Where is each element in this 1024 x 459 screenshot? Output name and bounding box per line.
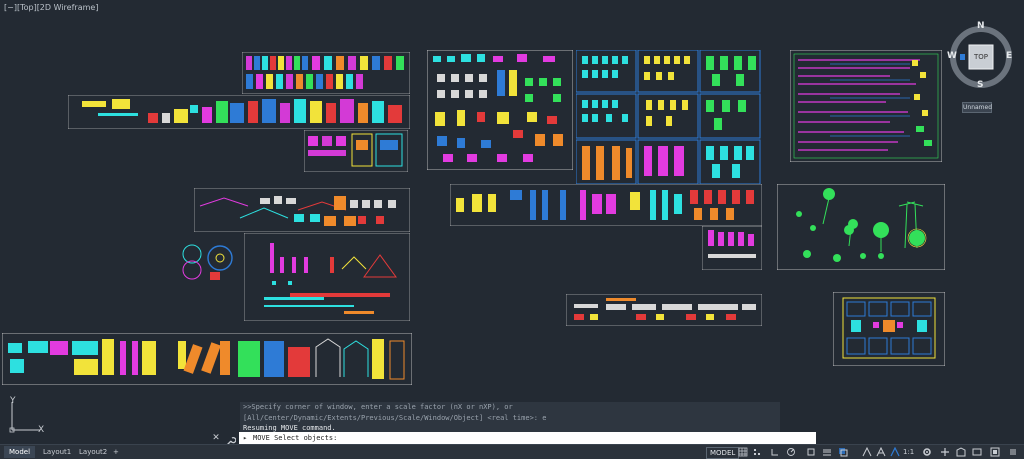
ucs-menu[interactable]: Unnamed — [962, 102, 992, 113]
block-magenta-columns[interactable] — [702, 226, 762, 270]
customize-icon[interactable] — [1008, 447, 1018, 457]
block-small-facades[interactable] — [304, 130, 408, 172]
annotation-scale-value[interactable]: 1:1 — [903, 447, 914, 457]
command-bar: ✕ ▸ MOVE Select objects: — [210, 432, 816, 446]
block-spec-sheet[interactable] — [790, 50, 942, 162]
lineweight-icon[interactable] — [822, 447, 832, 457]
ucs-y-label: Y — [10, 396, 16, 406]
tab-layout2[interactable]: Layout2 — [74, 446, 112, 458]
status-bar: Model Layout1 Layout2 + MODEL 1:1 — [0, 444, 1024, 459]
tab-layout1[interactable]: Layout1 — [38, 446, 76, 458]
block-furniture-panel[interactable] — [427, 50, 573, 170]
drawing-viewport[interactable]: [−][Top][2D Wireframe] TOP N S E W Unnam… — [0, 0, 1024, 444]
wrench-icon[interactable] — [224, 432, 237, 446]
tab-model[interactable]: Model — [4, 446, 36, 458]
viewcube-south[interactable]: S — [977, 80, 983, 90]
annotation-visibility-icon[interactable] — [862, 447, 872, 457]
viewcube-north[interactable]: N — [977, 21, 985, 31]
block-railing-strip[interactable] — [450, 184, 762, 226]
viewport-controls-label[interactable]: [−][Top][2D Wireframe] — [4, 3, 98, 12]
block-building-plan[interactable] — [833, 292, 945, 366]
osnap-icon[interactable] — [806, 447, 816, 457]
block-spiral-stairs[interactable] — [180, 240, 242, 282]
command-input-text[interactable]: MOVE Select objects: — [253, 432, 337, 444]
polar-icon[interactable] — [786, 447, 796, 457]
command-history: >>Specify corner of window, enter a scal… — [240, 402, 780, 434]
viewcube-east[interactable]: E — [1006, 51, 1012, 61]
block-roof-details[interactable] — [194, 188, 410, 232]
workspace-gear-icon[interactable] — [922, 447, 932, 457]
command-input[interactable]: ▸ MOVE Select objects: — [239, 432, 816, 444]
clean-screen-icon[interactable] — [990, 447, 1000, 457]
annotation-scale-icon[interactable] — [890, 447, 900, 457]
block-arches-bottom[interactable] — [2, 333, 412, 385]
grid-icon[interactable] — [738, 447, 748, 457]
hardware-acceleration-icon[interactable] — [972, 447, 982, 457]
model-space-button[interactable]: MODEL — [706, 447, 740, 459]
close-icon[interactable]: ✕ — [210, 432, 222, 444]
annotation-autoscale-icon[interactable] — [876, 447, 886, 457]
block-doors-top[interactable] — [242, 52, 410, 94]
plus-icon[interactable] — [940, 447, 950, 457]
block-window-catalog[interactable] — [576, 50, 762, 184]
block-trees[interactable] — [777, 184, 945, 270]
transparency-icon[interactable] — [838, 447, 848, 457]
command-prompt-arrow: ▸ — [243, 434, 248, 442]
add-layout-button[interactable]: + — [108, 446, 124, 458]
block-facade-strip[interactable] — [68, 95, 410, 129]
block-railing-details[interactable] — [244, 233, 410, 321]
snap-icon[interactable] — [752, 447, 762, 457]
command-history-line: >>Specify corner of window, enter a scal… — [240, 402, 780, 413]
ucs-x-label: X — [38, 425, 45, 435]
block-floor-plan-strip[interactable] — [566, 294, 762, 326]
command-history-line: [All/Center/Dynamic/Extents/Previous/Sca… — [240, 412, 780, 423]
ortho-icon[interactable] — [770, 447, 780, 457]
viewcube-top-face[interactable]: TOP — [969, 53, 993, 61]
isolate-icon[interactable] — [956, 447, 966, 457]
viewcube-west[interactable]: W — [947, 51, 957, 61]
